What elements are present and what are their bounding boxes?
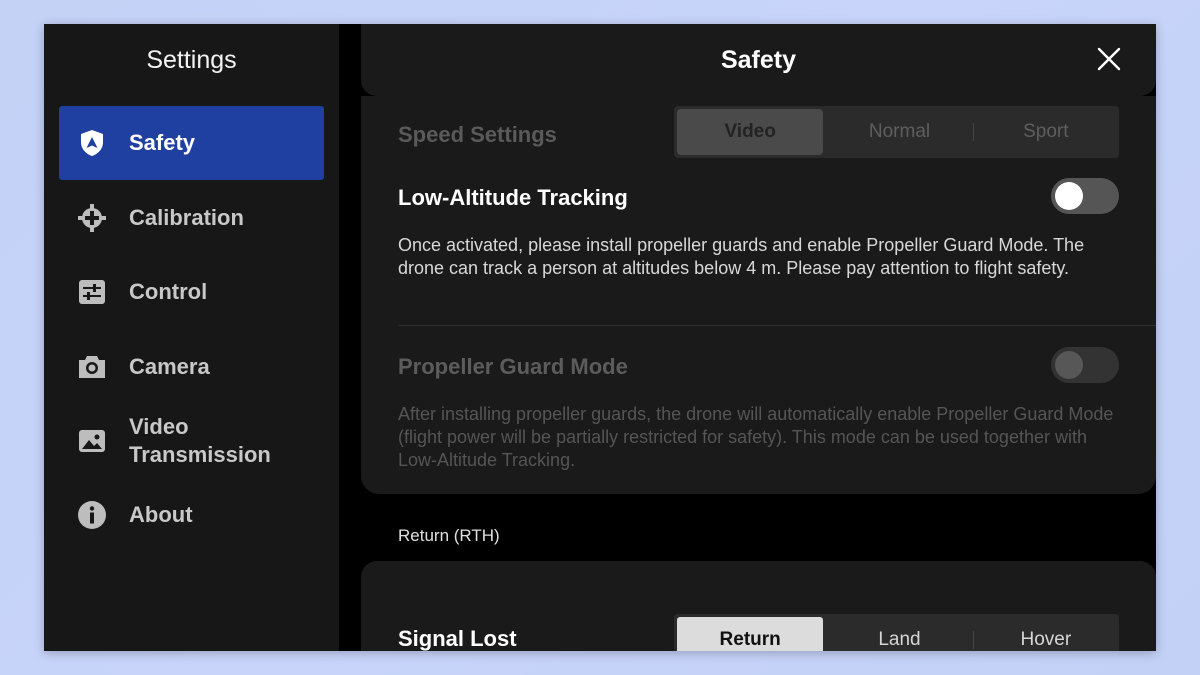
sidebar-item-label: Video Transmission	[129, 414, 271, 467]
image-icon	[77, 426, 107, 456]
sidebar-title: Settings	[146, 46, 237, 74]
main-panel: Safety Speed Settings Video Normal Sport…	[361, 24, 1156, 651]
sliders-icon	[77, 277, 107, 307]
speed-option-normal[interactable]: Normal	[826, 106, 972, 158]
sidebar-item-calibration[interactable]: Calibration	[59, 181, 324, 255]
sidebar-item-label: About	[129, 502, 193, 527]
signal-lost-option-land[interactable]: Land	[826, 614, 972, 651]
signal-lost-selector[interactable]: Return Land Hover	[674, 614, 1119, 651]
toggle-knob	[1055, 182, 1083, 210]
return-card: Signal Lost Return Land Hover	[361, 561, 1156, 651]
safety-card: Speed Settings Video Normal Sport Low-Al…	[361, 96, 1156, 494]
sidebar-item-camera[interactable]: Camera	[59, 330, 324, 404]
sidebar-item-label: Safety	[129, 130, 196, 155]
signal-lost-option-hover[interactable]: Hover	[972, 614, 1119, 651]
low-altitude-tracking-description: Once activated, please install propeller…	[398, 235, 1085, 278]
camera-icon	[77, 352, 107, 382]
speed-option-sport[interactable]: Sport	[972, 106, 1119, 158]
propeller-guard-mode-description: After installing propeller guards, the d…	[398, 404, 1114, 470]
return-section-title: Return (RTH)	[398, 526, 500, 545]
low-altitude-tracking-toggle[interactable]	[1051, 178, 1119, 214]
sidebar-item-label: Calibration	[129, 205, 244, 230]
settings-window: Settings Safety Calibration Control Came…	[44, 24, 1156, 651]
speed-settings-label: Speed Settings	[398, 122, 557, 147]
page-title: Safety	[720, 46, 797, 74]
sidebar-item-video-transmission[interactable]: Video Transmission	[59, 404, 324, 478]
header: Safety	[361, 24, 1156, 96]
propeller-guard-mode-toggle[interactable]	[1051, 347, 1119, 383]
sidebar-item-label: Camera	[129, 354, 210, 379]
crosshair-icon	[77, 203, 107, 233]
shield-icon	[77, 128, 107, 158]
toggle-knob	[1055, 351, 1083, 379]
sidebar-item-control[interactable]: Control	[59, 255, 324, 329]
speed-option-video[interactable]: Video	[677, 109, 824, 155]
propeller-guard-mode-label: Propeller Guard Mode	[398, 354, 628, 379]
sidebar-item-label: Control	[129, 279, 208, 304]
low-altitude-tracking-label: Low-Altitude Tracking	[398, 185, 628, 210]
close-button[interactable]	[1094, 44, 1124, 74]
close-icon	[1094, 47, 1124, 78]
divider	[398, 325, 1156, 326]
signal-lost-option-return[interactable]: Return	[677, 617, 824, 651]
speed-settings-selector[interactable]: Video Normal Sport	[674, 106, 1119, 158]
sidebar-item-about[interactable]: About	[59, 478, 324, 552]
signal-lost-label: Signal Lost	[398, 626, 517, 651]
info-icon	[77, 500, 107, 530]
sidebar: Settings Safety Calibration Control Came…	[44, 24, 339, 651]
sidebar-item-safety[interactable]: Safety	[59, 106, 324, 180]
